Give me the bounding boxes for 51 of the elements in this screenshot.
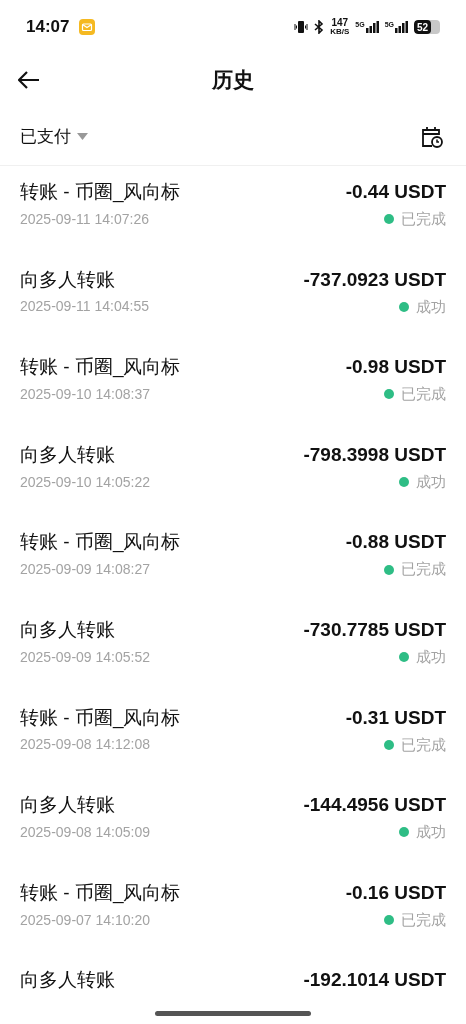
status-label: 已完成 bbox=[401, 384, 446, 405]
bluetooth-icon bbox=[314, 20, 325, 34]
transaction-amount: -0.31 USDT bbox=[345, 705, 446, 730]
transaction-amount: -0.88 USDT bbox=[345, 530, 446, 555]
transaction-date: 2025-09-08 14:12:08 bbox=[20, 735, 150, 755]
transaction-title: 转账 - 币圈_风向标 bbox=[20, 880, 181, 906]
transaction-title: 向多人转账 bbox=[20, 442, 115, 467]
transaction-date: 2025-09-10 14:08:37 bbox=[20, 384, 150, 404]
transaction-amount: -0.16 USDT bbox=[345, 880, 446, 905]
transaction-date: 2025-09-11 14:07:26 bbox=[20, 209, 149, 229]
transaction-title: 向多人转账 bbox=[20, 968, 115, 993]
transaction-title: 向多人转账 bbox=[20, 267, 115, 292]
status-label: 成功 bbox=[416, 471, 446, 492]
transaction-amount: -192.1014 USDT bbox=[303, 968, 446, 993]
calendar-clock-icon[interactable] bbox=[420, 124, 444, 149]
vibrate-icon bbox=[294, 20, 309, 34]
battery-indicator: 52 bbox=[414, 20, 440, 34]
transaction-date: 2025-09-09 14:08:27 bbox=[20, 560, 150, 580]
transaction-date: 2025-09-10 14:05:22 bbox=[20, 472, 150, 492]
transaction-amount: -737.0923 USDT bbox=[303, 267, 446, 292]
transaction-date: 2025-09-09 14:05:52 bbox=[20, 647, 150, 667]
status-label: 成功 bbox=[416, 646, 446, 667]
transaction-amount: -0.98 USDT bbox=[345, 355, 446, 380]
back-arrow-icon[interactable] bbox=[18, 71, 40, 89]
filter-dropdown[interactable]: 已支付 bbox=[20, 123, 88, 150]
transaction-title: 转账 - 币圈_风向标 bbox=[20, 705, 181, 731]
transaction-date: 2025-09-11 14:04:55 bbox=[20, 297, 149, 317]
transaction-title: 转账 - 币圈_风向标 bbox=[20, 355, 181, 380]
network-speed: 147 KB/S bbox=[330, 18, 350, 36]
transaction-title: 向多人转账 bbox=[20, 617, 115, 642]
transaction-date: 2025-09-07 14:10:20 bbox=[20, 910, 150, 930]
signal-icon bbox=[395, 21, 408, 33]
page-title: 历史 bbox=[212, 67, 254, 94]
transaction-title: 转账 - 币圈_风向标 bbox=[20, 180, 181, 205]
status-time: 14:07 bbox=[26, 16, 70, 39]
status-label: 成功 bbox=[416, 296, 446, 317]
status-label: 已完成 bbox=[401, 209, 446, 229]
status-label: 成功 bbox=[416, 822, 446, 843]
transaction-amount: -730.7785 USDT bbox=[303, 617, 446, 642]
status-label: 已完成 bbox=[401, 734, 446, 755]
mail-icon bbox=[79, 19, 96, 35]
transaction-date: 2025-09-08 14:05:09 bbox=[20, 822, 150, 842]
transaction-title: 向多人转账 bbox=[20, 793, 115, 818]
transaction-amount: -144.4956 USDT bbox=[303, 793, 446, 818]
transaction-amount: -798.3998 USDT bbox=[303, 442, 446, 467]
signal-icon bbox=[365, 21, 379, 33]
caret-icon bbox=[77, 133, 88, 140]
status-label: 已完成 bbox=[401, 559, 446, 580]
status-label: 已完成 bbox=[401, 909, 446, 930]
transaction-title: 转账 - 币圈_风向标 bbox=[20, 530, 181, 555]
transaction-amount: -0.44 USDT bbox=[345, 180, 446, 204]
